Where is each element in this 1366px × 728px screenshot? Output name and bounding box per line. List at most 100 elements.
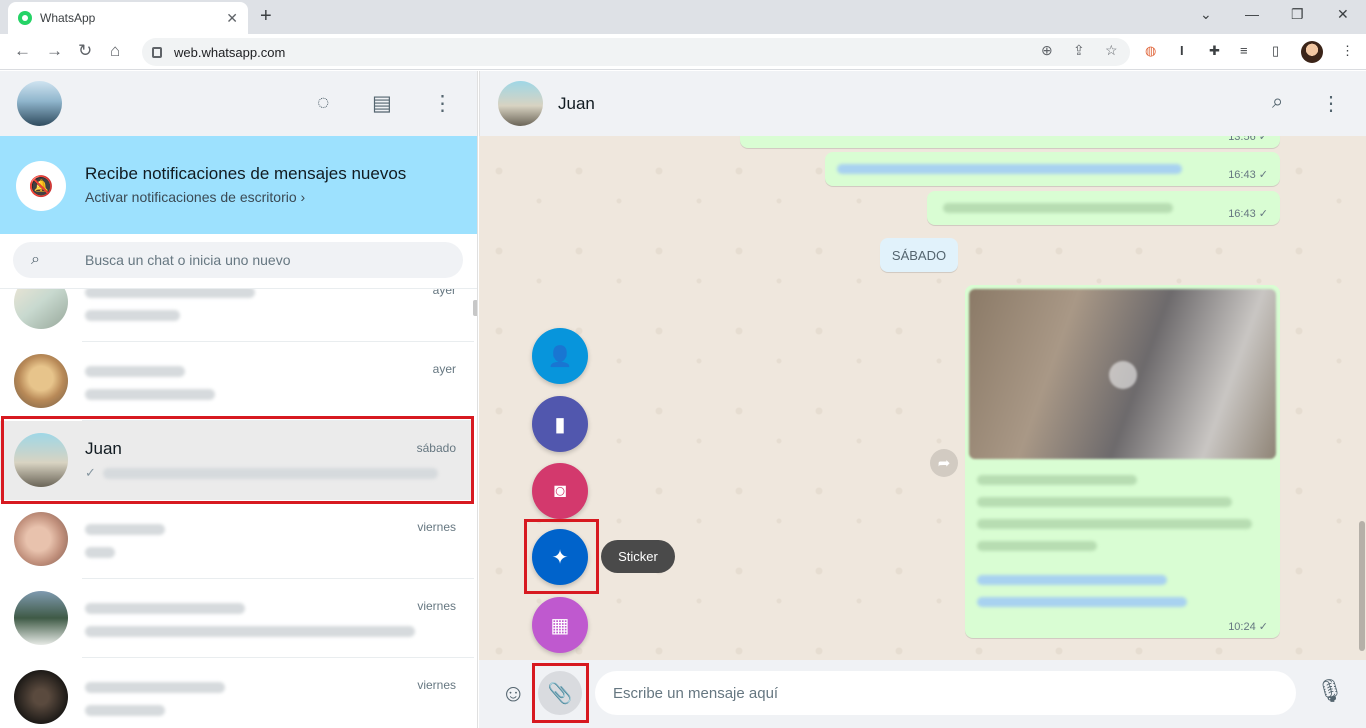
- restore-icon[interactable]: ❐: [1291, 6, 1304, 23]
- my-profile-avatar[interactable]: [17, 81, 62, 126]
- avatar: [14, 512, 68, 566]
- contact-name[interactable]: Juan: [558, 94, 595, 114]
- bell-off-icon: 🔕: [16, 161, 66, 211]
- media-control-icon[interactable]: ≡: [1240, 43, 1248, 58]
- chat-item[interactable]: ayer: [0, 289, 474, 342]
- composer-bar: ☺ 📎 Escribe un mensaje aquí 🎙: [479, 660, 1366, 728]
- message-bubble[interactable]: 16:43 ✓: [825, 152, 1280, 186]
- blurred-name: [85, 524, 165, 535]
- blurred-name: [85, 603, 245, 614]
- document-icon: ▮: [554, 413, 566, 436]
- notification-banner[interactable]: 🔕 Recibe notificaciones de mensajes nuev…: [0, 136, 477, 234]
- avatar: [14, 591, 68, 645]
- close-window-icon[interactable]: ✕: [1337, 6, 1349, 23]
- search-bar: ⌕: [0, 234, 477, 289]
- message-time: 10:24 ✓: [1228, 621, 1268, 633]
- chat-item[interactable]: ayer: [0, 342, 474, 421]
- conversation-pane: Juan ⌕ ⋮ 13:56 ✓ 16:43 ✓ 16:43 ✓ SÁBADO …: [479, 71, 1366, 728]
- url-text: web.whatsapp.com: [174, 44, 286, 60]
- avatar: [14, 289, 68, 329]
- chat-time: ayer: [432, 362, 456, 376]
- status-icon[interactable]: ◌: [317, 91, 329, 115]
- new-tab-icon[interactable]: +: [260, 6, 272, 26]
- share-icon[interactable]: ⇪: [1073, 42, 1085, 59]
- chat-item[interactable]: viernes: [0, 500, 474, 579]
- forward-icon[interactable]: →: [46, 41, 63, 61]
- search-input[interactable]: [85, 252, 445, 268]
- sticker-icon: ✦: [551, 546, 569, 569]
- chat-item[interactable]: viernes: [0, 658, 474, 728]
- address-bar[interactable]: web.whatsapp.com: [142, 38, 1130, 66]
- blurred-text: [977, 541, 1097, 551]
- blurred-preview: [85, 547, 115, 558]
- forward-icon[interactable]: ➦: [930, 449, 958, 477]
- chat-item[interactable]: viernes: [0, 579, 474, 658]
- message-time: 16:43 ✓: [1228, 208, 1268, 220]
- blurred-preview: [103, 468, 438, 479]
- extension-text-icon[interactable]: I: [1180, 43, 1184, 58]
- attach-button[interactable]: 📎: [538, 671, 582, 715]
- blurred-preview: [85, 705, 165, 716]
- zoom-icon[interactable]: ⊕: [1041, 42, 1053, 59]
- tab-search-icon[interactable]: ⌄: [1200, 6, 1212, 23]
- menu-icon[interactable]: ⋮: [432, 91, 453, 116]
- home-icon[interactable]: ⌂: [110, 41, 120, 61]
- emoji-icon[interactable]: ☺: [501, 680, 526, 708]
- browser-tab-whatsapp[interactable]: WhatsApp ✕: [8, 2, 248, 34]
- back-icon[interactable]: ←: [14, 41, 31, 61]
- search-messages-icon[interactable]: ⌕: [1272, 91, 1283, 114]
- blurred-name: [85, 289, 255, 298]
- sticker-tooltip: Sticker: [601, 540, 675, 573]
- browser-profile-avatar[interactable]: [1301, 41, 1323, 63]
- attach-document-button[interactable]: ▮: [532, 396, 588, 452]
- extensions-puzzle-icon[interactable]: ✚: [1209, 43, 1220, 59]
- conversation-scrollbar[interactable]: [1359, 521, 1365, 651]
- paperclip-icon: 📎: [547, 682, 573, 705]
- message-time: 16:43 ✓: [1228, 169, 1268, 181]
- chat-time: viernes: [417, 520, 456, 534]
- image-icon: ▦: [550, 614, 570, 637]
- blurred-link: [837, 164, 1182, 174]
- reload-icon[interactable]: ↻: [78, 41, 92, 61]
- conversation-header[interactable]: Juan ⌕ ⋮: [479, 71, 1366, 136]
- attach-photos-button[interactable]: ▦: [532, 597, 588, 653]
- conversation-menu-icon[interactable]: ⋮: [1321, 91, 1341, 116]
- attach-sticker-button[interactable]: ✦: [532, 529, 588, 585]
- blurred-link: [977, 597, 1187, 607]
- avatar: [14, 670, 68, 724]
- attach-camera-button[interactable]: ◙: [532, 463, 588, 519]
- side-panel-icon[interactable]: ▯: [1272, 43, 1279, 59]
- blurred-preview: [85, 310, 180, 321]
- new-chat-icon[interactable]: ▤: [372, 91, 392, 116]
- close-tab-icon[interactable]: ✕: [226, 10, 238, 27]
- video-thumbnail[interactable]: [969, 289, 1276, 459]
- lock-icon[interactable]: [152, 46, 162, 58]
- avatar: [14, 354, 68, 408]
- chat-time: sábado: [416, 441, 456, 455]
- camera-icon: ◙: [553, 479, 567, 502]
- minimize-icon[interactable]: —: [1245, 6, 1259, 22]
- sent-check-icon: ✓: [85, 465, 96, 480]
- contact-avatar[interactable]: [498, 81, 543, 126]
- blurred-name: [85, 366, 185, 377]
- microphone-icon[interactable]: 🎙: [1316, 678, 1344, 704]
- whatsapp-favicon-icon: [18, 11, 32, 25]
- browser-toolbar: ← → ↻ ⌂ web.whatsapp.com ⊕ ⇪ ☆ ◍ I ✚ ≡ ▯…: [0, 34, 1366, 70]
- chat-item-juan[interactable]: Juan sábado ✓: [0, 421, 474, 500]
- avatar: [14, 433, 68, 487]
- search-box[interactable]: ⌕: [13, 242, 463, 278]
- blurred-text: [977, 475, 1137, 485]
- enable-notifications-link[interactable]: Activar notificaciones de escritorio ›: [85, 189, 305, 205]
- message-input[interactable]: Escribe un mensaje aquí: [595, 671, 1296, 715]
- message-bubble[interactable]: 16:43 ✓: [927, 191, 1280, 225]
- chat-time: viernes: [417, 599, 456, 613]
- day-separator: SÁBADO: [880, 238, 958, 272]
- browser-menu-icon[interactable]: ⋮: [1341, 43, 1354, 59]
- bookmark-star-icon[interactable]: ☆: [1105, 42, 1118, 59]
- attach-contact-button[interactable]: 👤: [532, 328, 588, 384]
- chat-name: Juan: [85, 439, 122, 458]
- chat-list: ayer ayer Juan sábado ✓ viernes viernes …: [0, 289, 474, 728]
- notification-title: Recibe notificaciones de mensajes nuevos: [85, 164, 407, 183]
- video-message-bubble[interactable]: 10:24 ✓: [965, 285, 1280, 638]
- extension-icon[interactable]: ◍: [1145, 43, 1156, 59]
